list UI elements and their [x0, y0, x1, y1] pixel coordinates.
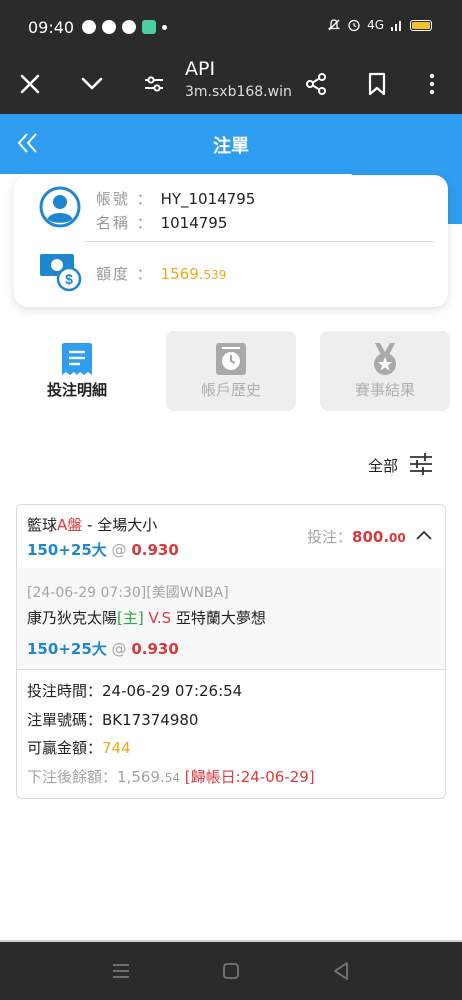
credit-label: 額度 — [96, 265, 131, 283]
matchup: 康乃狄克太陽[主] V.S 亞特蘭大夢想 — [27, 607, 266, 628]
home-team: 康乃狄克太陽 — [27, 609, 118, 627]
filter-label[interactable]: 全部 — [368, 455, 398, 476]
tune-icon — [145, 76, 163, 92]
collapse-button[interactable] — [74, 66, 110, 102]
tab-label: 賽事結果 — [354, 381, 415, 399]
app-notification-icon — [82, 20, 96, 34]
odds: 0.930 — [131, 541, 179, 559]
account-label: 帳號 — [96, 190, 131, 208]
bookmark-icon — [368, 72, 386, 96]
account-value: HY_1014795 — [160, 190, 256, 208]
vs-label: V.S — [143, 609, 176, 627]
menu-icon[interactable] — [110, 960, 132, 982]
card-divider — [84, 241, 434, 242]
bet-number: 注單號碼：BK17374980 — [27, 711, 199, 729]
at-sign: @ — [111, 541, 127, 559]
credit-value-dec: 539 — [203, 268, 227, 282]
bet-selection: 150+25大 @ 0.930 — [27, 539, 179, 560]
header-title: 注單 — [213, 136, 249, 157]
site-settings-button[interactable] — [136, 66, 172, 102]
tab-account-history[interactable]: 帳戶歷史 — [166, 331, 296, 411]
potential-win: 可贏金額：744 — [27, 737, 131, 758]
more-vert-icon — [429, 73, 435, 95]
odds: 0.930 — [131, 640, 179, 658]
filter-sliders-icon[interactable] — [408, 451, 434, 477]
balance-dec: 54 — [164, 771, 181, 785]
stake-label: 投注： — [307, 528, 353, 546]
credit-row: 額度 ： 1569.539 — [96, 265, 227, 283]
back-icon[interactable] — [330, 960, 352, 982]
at-sign: @ — [111, 640, 127, 658]
win-label: 可贏金額： — [27, 739, 103, 757]
chevron-down-icon — [81, 77, 103, 90]
stake-dec: 00 — [389, 531, 406, 545]
status-bar: 09:40 4G — [0, 0, 462, 56]
chevron-up-icon[interactable] — [415, 529, 433, 541]
app-notification-icon — [142, 20, 156, 34]
away-team: 亞特蘭大夢想 — [175, 609, 266, 627]
settle-date: [歸帳日:24-06-29] — [184, 768, 315, 786]
bet-market: 籃球A盤 - 全場大小 — [27, 514, 157, 535]
tab-label: 帳戶歷史 — [200, 381, 261, 399]
page-url[interactable]: 3m.sxb168.win — [185, 84, 292, 100]
balance-label: 下注後餘額： — [27, 768, 118, 786]
account-card: 帳號 ： HY_1014795 名稱 ： 1014795 $ 額度 ： 1569… — [14, 175, 448, 307]
sport-name: 籃球 — [27, 516, 58, 534]
alarm-icon — [348, 19, 360, 32]
bookmark-button[interactable] — [359, 66, 395, 102]
tab-bet-details[interactable]: 投注明細 — [12, 331, 142, 411]
name-label: 名稱 — [96, 214, 131, 232]
receipt-icon — [62, 343, 92, 375]
tab-match-results[interactable]: 賽事結果 — [320, 331, 450, 411]
share-icon — [306, 73, 326, 95]
event-selection: 150+25大 @ 0.930 — [27, 638, 179, 659]
balance-int: 1,569. — [117, 768, 165, 786]
system-nav-bar — [0, 942, 462, 1000]
divider — [17, 669, 445, 670]
win-value: 744 — [102, 739, 131, 757]
home-icon[interactable] — [220, 960, 242, 982]
bet-time: 投注時間：24-06-29 07:26:54 — [27, 682, 243, 700]
svg-text:$: $ — [65, 271, 73, 287]
stake: 投注：800.00 — [307, 526, 406, 547]
stake-int: 800. — [352, 528, 390, 546]
market-a: A盤 — [57, 516, 83, 534]
browser-toolbar: API 3m.sxb168.win — [0, 56, 462, 114]
history-book-icon — [216, 343, 246, 375]
home-tag: [主] — [117, 609, 144, 627]
bet-event: [24-06-29 07:30][美國WNBA] 康乃狄克太陽[主] V.S 亞… — [17, 568, 445, 669]
balance-after: 下注後餘額：1,569.54 [歸帳日:24-06-29] — [27, 766, 315, 787]
market-type: - 全場大小 — [82, 516, 158, 534]
medal-icon — [374, 343, 396, 375]
event-info: [24-06-29 07:30][美國WNBA] — [27, 585, 229, 601]
signal-icon — [391, 21, 401, 31]
message-icon — [102, 20, 116, 34]
selection: 150+25大 — [27, 541, 107, 559]
bet-summary[interactable]: 籃球A盤 - 全場大小 150+25大 @ 0.930 投注：800.00 — [17, 505, 445, 568]
mute-icon — [327, 19, 341, 31]
close-button[interactable] — [12, 66, 48, 102]
bet-card: 籃球A盤 - 全場大小 150+25大 @ 0.930 投注：800.00 [2… — [16, 504, 446, 799]
share-button[interactable] — [298, 66, 334, 102]
page-title: API — [185, 58, 216, 80]
status-time: 09:40 — [28, 18, 75, 37]
tab-label: 投注明細 — [46, 381, 107, 399]
battery-icon — [410, 19, 432, 31]
name-value: 1014795 — [160, 214, 228, 232]
credit-value-int: 1569. — [160, 265, 204, 283]
notification-icons — [82, 20, 167, 34]
page-header: 注單 — [0, 114, 462, 174]
game-icon — [122, 20, 136, 34]
user-avatar-icon — [39, 186, 81, 228]
more-notifications-icon — [162, 25, 167, 30]
close-icon — [20, 74, 40, 94]
money-icon: $ — [40, 254, 82, 292]
more-menu-button[interactable] — [414, 66, 450, 102]
selection: 150+25大 — [27, 640, 107, 658]
name-row: 名稱 ： 1014795 — [96, 214, 228, 232]
system-icons: 4G — [327, 18, 432, 32]
account-row: 帳號 ： HY_1014795 — [96, 190, 256, 208]
network-label: 4G — [367, 18, 384, 32]
